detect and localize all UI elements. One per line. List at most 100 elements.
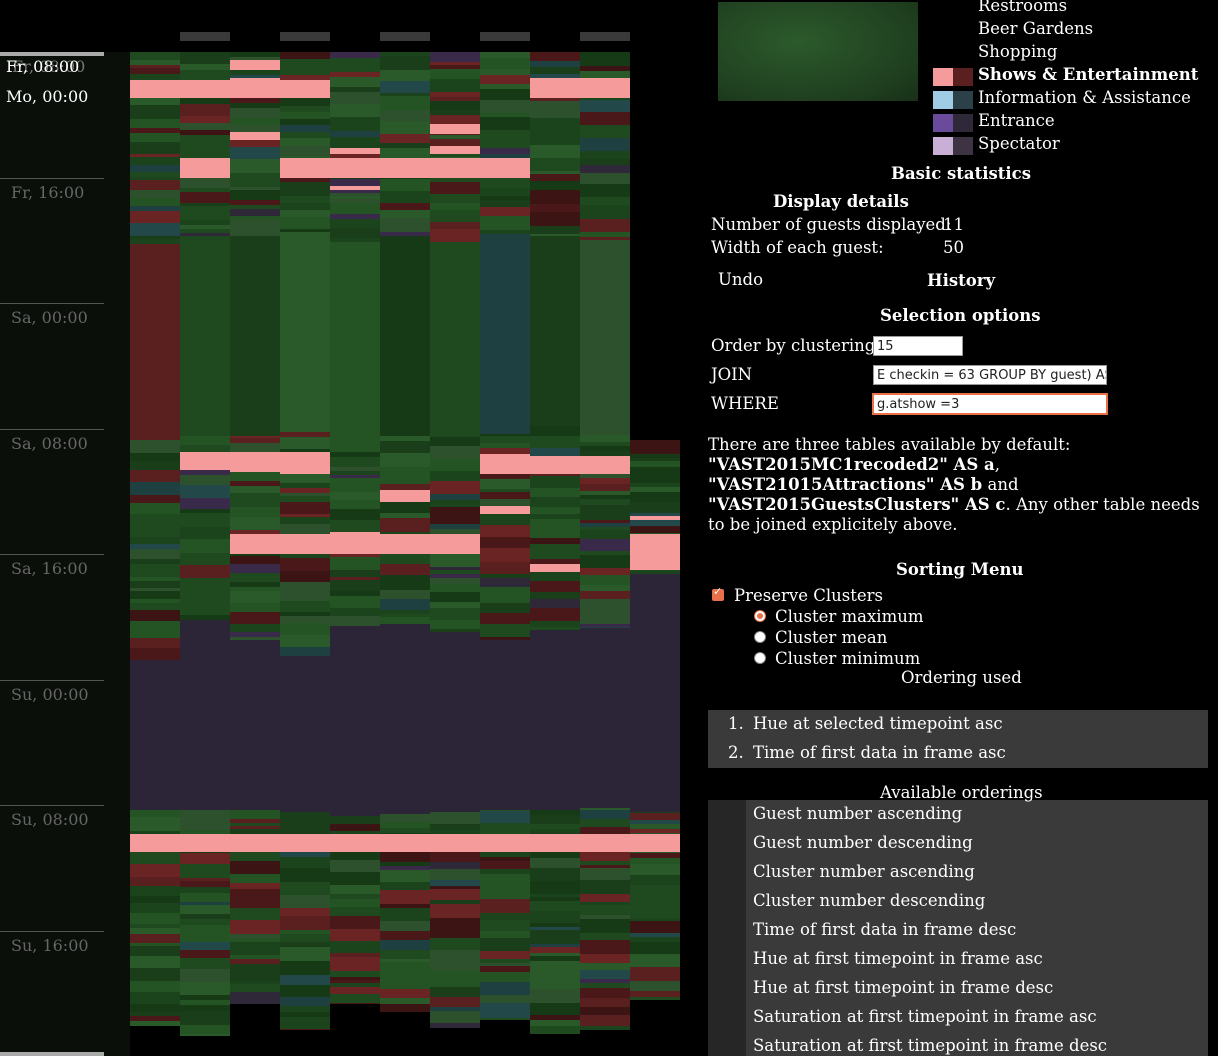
activity-segment <box>230 829 280 834</box>
column-header[interactable] <box>280 32 330 41</box>
activity-segment <box>480 1003 530 1013</box>
activity-segment <box>430 578 480 584</box>
activity-segment <box>180 445 230 453</box>
activity-segment <box>480 963 530 966</box>
guest-column[interactable] <box>230 0 280 1056</box>
activity-segment <box>380 822 430 828</box>
activity-segment <box>330 994 380 1003</box>
available-ordering-item[interactable]: Hue at first timepoint in frame asc <box>753 949 1043 968</box>
activity-segment <box>630 918 680 921</box>
column-header[interactable] <box>580 32 630 41</box>
activity-segment <box>630 467 680 470</box>
available-ordering-item[interactable]: Saturation at first timepoint in frame a… <box>753 1007 1097 1026</box>
activity-segment <box>130 157 180 165</box>
activity-segment <box>230 507 280 511</box>
activity-segment <box>230 556 280 564</box>
activity-segment <box>330 557 380 570</box>
activity-segment <box>280 203 330 210</box>
activity-segment <box>130 581 180 588</box>
legend-label: Beer Gardens <box>978 19 1094 38</box>
cluster-minimum-radio[interactable] <box>754 652 766 664</box>
activity-segment <box>430 101 480 110</box>
column-header[interactable] <box>180 32 230 41</box>
activity-segment <box>480 117 530 130</box>
activity-segment <box>280 591 330 601</box>
activity-segment <box>230 200 280 205</box>
activity-segment <box>480 959 530 963</box>
activity-segment <box>230 632 280 637</box>
ordering-used-item[interactable]: 2. Time of first data in frame asc <box>708 739 1208 768</box>
preserve-clusters-checkbox[interactable] <box>712 585 724 601</box>
time-axis-bottom-handle[interactable] <box>0 1052 104 1056</box>
guest-timeline[interactable] <box>130 0 680 1056</box>
show-segment <box>230 452 280 472</box>
activity-segment <box>580 197 630 205</box>
available-ordering-item[interactable]: Time of first data in frame desc <box>753 920 1016 939</box>
guest-column[interactable] <box>330 0 380 1056</box>
available-ordering-item[interactable]: Guest number descending <box>753 833 973 852</box>
activity-segment <box>480 613 530 624</box>
column-header[interactable] <box>380 32 430 41</box>
activity-segment <box>180 902 230 905</box>
where-input[interactable]: g.atshow =3 <box>873 394 1107 414</box>
guest-column[interactable] <box>280 0 330 1056</box>
undo-button[interactable]: Undo <box>718 270 763 289</box>
activity-segment <box>430 957 480 962</box>
activity-segment <box>330 907 380 916</box>
guest-column[interactable] <box>480 0 530 1056</box>
time-axis-top-handle[interactable] <box>0 52 104 56</box>
activity-segment <box>130 968 180 981</box>
activity-segment <box>330 872 380 885</box>
guest-column[interactable] <box>180 0 230 1056</box>
cluster-order-input[interactable]: 15 <box>873 336 963 356</box>
show-segment <box>130 834 180 852</box>
available-ordering-item[interactable]: Guest number ascending <box>753 804 962 823</box>
activity-segment <box>330 509 380 520</box>
available-ordering-item[interactable]: Cluster number descending <box>753 891 985 910</box>
activity-segment <box>180 150 230 159</box>
activity-segment <box>130 223 180 236</box>
guest-column[interactable] <box>380 0 430 1056</box>
legend-swatch <box>933 91 953 109</box>
join-input[interactable]: E checkin = 63 GROUP BY guest) AS <box>873 365 1107 385</box>
activity-segment <box>280 493 330 496</box>
activity-segment <box>130 660 180 810</box>
overview-thumbnail[interactable] <box>718 2 918 101</box>
activity-segment <box>380 590 430 599</box>
join-label: JOIN <box>711 365 753 384</box>
guest-column[interactable] <box>130 0 180 1056</box>
activity-segment <box>480 188 530 196</box>
guest-column[interactable] <box>530 0 580 1056</box>
ordering-used-item[interactable]: 1. Hue at selected timepoint asc <box>708 710 1208 739</box>
activity-segment <box>130 896 180 903</box>
guest-column[interactable] <box>630 0 680 1056</box>
available-ordering-item[interactable]: Cluster number ascending <box>753 862 975 881</box>
activity-segment <box>480 624 530 637</box>
available-ordering-item[interactable]: Hue at first timepoint in frame desc <box>753 978 1053 997</box>
activity-segment <box>530 877 580 881</box>
show-segment <box>530 456 580 474</box>
activity-segment <box>430 242 480 432</box>
cluster-maximum-radio[interactable] <box>754 610 766 622</box>
activity-segment <box>480 537 530 548</box>
activity-segment <box>480 443 530 448</box>
activity-segment <box>230 209 280 216</box>
guest-column[interactable] <box>580 0 630 1056</box>
activity-segment <box>280 1029 330 1030</box>
activity-segment <box>430 62 480 65</box>
activity-segment <box>580 979 630 983</box>
column-header[interactable] <box>480 32 530 41</box>
cluster-mean-radio[interactable] <box>754 631 766 643</box>
activity-segment <box>180 485 230 498</box>
activity-segment <box>380 56 430 70</box>
activity-segment <box>430 900 480 904</box>
activity-segment <box>280 112 330 119</box>
activity-segment <box>630 894 680 906</box>
activity-segment <box>230 826 280 829</box>
activity-segment <box>280 488 330 493</box>
guest-column[interactable] <box>430 0 480 1056</box>
ordering-used-list: 1. Hue at selected timepoint asc 2. Time… <box>708 710 1208 768</box>
activity-segment <box>180 816 230 830</box>
available-ordering-item[interactable]: Saturation at first timepoint in frame d… <box>753 1036 1107 1055</box>
activity-segment <box>380 921 430 931</box>
